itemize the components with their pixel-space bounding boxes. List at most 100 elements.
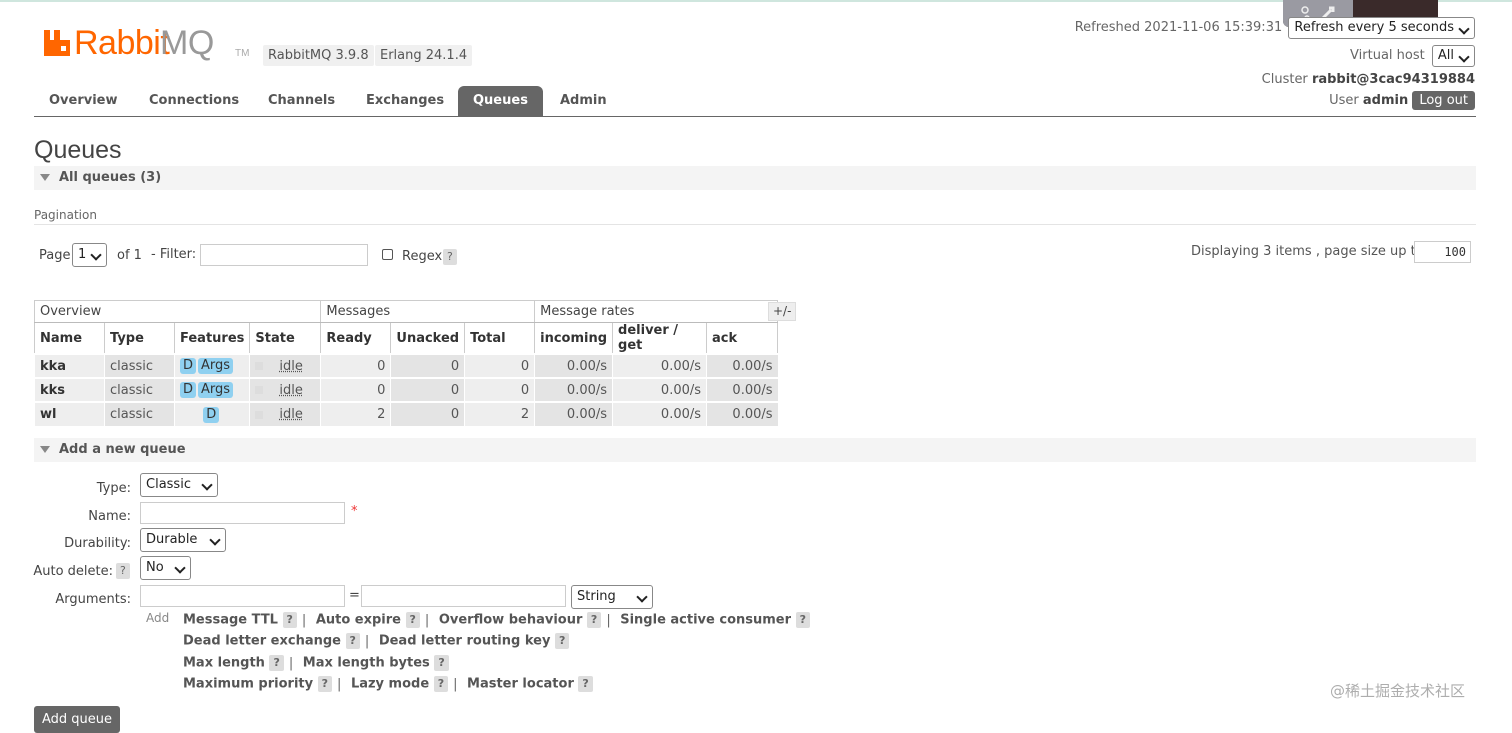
- help-icon[interactable]: ?: [317, 676, 333, 692]
- add-queue-toggle[interactable]: Add a new queue: [34, 438, 1476, 462]
- queue-deliver-get: 0.00/s: [612, 401, 707, 426]
- page-select[interactable]: 1: [72, 243, 108, 267]
- group-header-overview: Overview: [33, 300, 322, 323]
- divider: [34, 224, 1476, 225]
- arg-dead-letter-routing-key-link[interactable]: Dead letter routing key: [379, 634, 551, 649]
- displaying-label: Displaying 3 items , page size up to:: [1191, 244, 1429, 259]
- help-icon[interactable]: ?: [434, 655, 449, 671]
- state-label: idle: [279, 407, 303, 422]
- durability-select[interactable]: Durable: [140, 528, 227, 552]
- queue-name-input[interactable]: [140, 502, 345, 524]
- state-indicator-icon: [255, 410, 264, 419]
- queue-state: idle: [249, 353, 321, 378]
- equals-sign: =: [349, 588, 360, 603]
- queue-incoming: 0.00/s: [534, 401, 613, 426]
- feature-args-badge: Args: [198, 382, 234, 398]
- queue-features: D Args: [173, 353, 250, 378]
- refresh-interval-select[interactable]: Refresh every 5 seconds: [1288, 17, 1475, 39]
- argument-key-input[interactable]: [140, 585, 345, 607]
- queue-unacked: 0: [390, 353, 465, 378]
- arg-max-length-bytes-link[interactable]: Max length bytes: [303, 656, 430, 671]
- help-icon[interactable]: ?: [269, 655, 284, 671]
- required-marker: *: [351, 504, 358, 519]
- help-icon[interactable]: ?: [795, 612, 810, 628]
- col-type[interactable]: Type: [104, 322, 175, 354]
- auto-delete-select[interactable]: No: [140, 556, 191, 580]
- tab-connections[interactable]: Connections: [134, 86, 254, 116]
- argument-value-input[interactable]: [361, 585, 566, 607]
- col-incoming[interactable]: incoming: [534, 322, 614, 354]
- columns-toggle-button[interactable]: +/-: [768, 302, 797, 321]
- separator: |: [364, 633, 370, 649]
- queue-type-select[interactable]: Classic: [140, 473, 218, 497]
- arg-maximum-priority-link[interactable]: Maximum priority: [183, 677, 313, 692]
- add-queue-button[interactable]: Add queue: [34, 706, 121, 733]
- page-size-input[interactable]: 100: [1414, 241, 1471, 263]
- cluster-info: Cluster rabbit@3cac94319884: [1262, 72, 1475, 87]
- regex-help-icon[interactable]: ?: [443, 249, 457, 265]
- arg-overflow-behaviour-link[interactable]: Overflow behaviour: [439, 613, 583, 628]
- argument-type-select[interactable]: String: [571, 585, 653, 609]
- tab-queues[interactable]: Queues: [458, 86, 543, 116]
- regex-checkbox[interactable]: [382, 249, 393, 260]
- arg-master-locator-link[interactable]: Master locator: [467, 677, 574, 692]
- argument-shortcuts-row-2: Dead letter exchange ? | Dead letter rout…: [183, 633, 570, 649]
- help-icon[interactable]: ?: [554, 633, 570, 649]
- tab-overview[interactable]: Overview: [34, 86, 133, 116]
- queue-name-link[interactable]: kks: [34, 377, 105, 402]
- queue-name-link[interactable]: wl: [34, 401, 105, 426]
- argument-shortcuts-row-1: Message TTL ? | Auto expire ? | Overflow b…: [183, 612, 810, 628]
- help-icon[interactable]: ?: [578, 676, 593, 692]
- queue-features: D: [173, 401, 250, 426]
- rabbit-icon: [44, 30, 70, 56]
- col-ready[interactable]: Ready: [320, 322, 392, 354]
- table-row: wl classic D idle 2 0 2 0.00/s 0.00/s 0.…: [34, 401, 778, 426]
- help-icon[interactable]: ?: [405, 612, 420, 628]
- erlang-badge: Erlang 24.1.4: [375, 45, 473, 66]
- arg-max-length-link[interactable]: Max length: [183, 656, 265, 671]
- arg-dead-letter-exchange-link[interactable]: Dead letter exchange: [183, 634, 341, 649]
- col-ack[interactable]: ack: [706, 322, 779, 354]
- col-unacked[interactable]: Unacked: [390, 322, 466, 354]
- col-state[interactable]: State: [249, 322, 322, 354]
- queue-incoming: 0.00/s: [534, 377, 613, 402]
- queue-name-link[interactable]: kka: [34, 353, 105, 378]
- tab-channels[interactable]: Channels: [253, 86, 350, 116]
- vhost-info: Virtual host All: [1350, 45, 1475, 67]
- refresh-info: Refreshed 2021-11-06 15:39:31 Refresh ev…: [1075, 17, 1475, 39]
- all-queues-toggle[interactable]: All queues (3): [34, 166, 1476, 190]
- queue-ready: 0: [320, 377, 391, 402]
- vhost-select[interactable]: All: [1431, 45, 1475, 67]
- queue-type: classic: [104, 377, 175, 402]
- queue-total: 0: [464, 353, 535, 378]
- logo-trademark: TM: [235, 48, 250, 59]
- col-total[interactable]: Total: [464, 322, 536, 354]
- help-icon[interactable]: ?: [433, 676, 449, 692]
- arg-message-ttl-link[interactable]: Message TTL: [183, 613, 278, 628]
- separator: |: [606, 612, 611, 628]
- col-features: Features: [173, 322, 251, 354]
- feature-durable-badge: D: [180, 358, 197, 374]
- help-icon[interactable]: ?: [282, 612, 297, 628]
- group-header-message-rates: Message rates: [534, 300, 779, 323]
- separator: |: [337, 676, 342, 692]
- col-name[interactable]: Name: [34, 322, 105, 354]
- help-icon[interactable]: ?: [586, 612, 602, 628]
- queue-state: idle: [249, 401, 321, 426]
- queues-table: Overview Messages Message rates Name Typ…: [33, 300, 779, 426]
- arg-lazy-mode-link[interactable]: Lazy mode: [351, 677, 429, 692]
- filter-input[interactable]: [200, 244, 368, 266]
- queue-unacked: 0: [390, 377, 465, 402]
- arg-single-active-consumer-link[interactable]: Single active consumer: [620, 613, 791, 628]
- cluster-label: Cluster: [1261, 72, 1308, 87]
- regex-label: Regex: [402, 249, 443, 264]
- state-indicator-icon: [255, 362, 264, 370]
- tab-admin[interactable]: Admin: [545, 86, 622, 116]
- auto-delete-help-icon[interactable]: ?: [116, 563, 130, 579]
- tab-exchanges[interactable]: Exchanges: [351, 86, 459, 116]
- arg-auto-expire-link[interactable]: Auto expire: [316, 613, 401, 628]
- help-icon[interactable]: ?: [345, 633, 360, 649]
- col-deliver-get[interactable]: deliver / get: [612, 322, 708, 354]
- auto-delete-label: Auto delete:: [33, 564, 113, 579]
- version-badge: RabbitMQ 3.9.8: [263, 45, 374, 66]
